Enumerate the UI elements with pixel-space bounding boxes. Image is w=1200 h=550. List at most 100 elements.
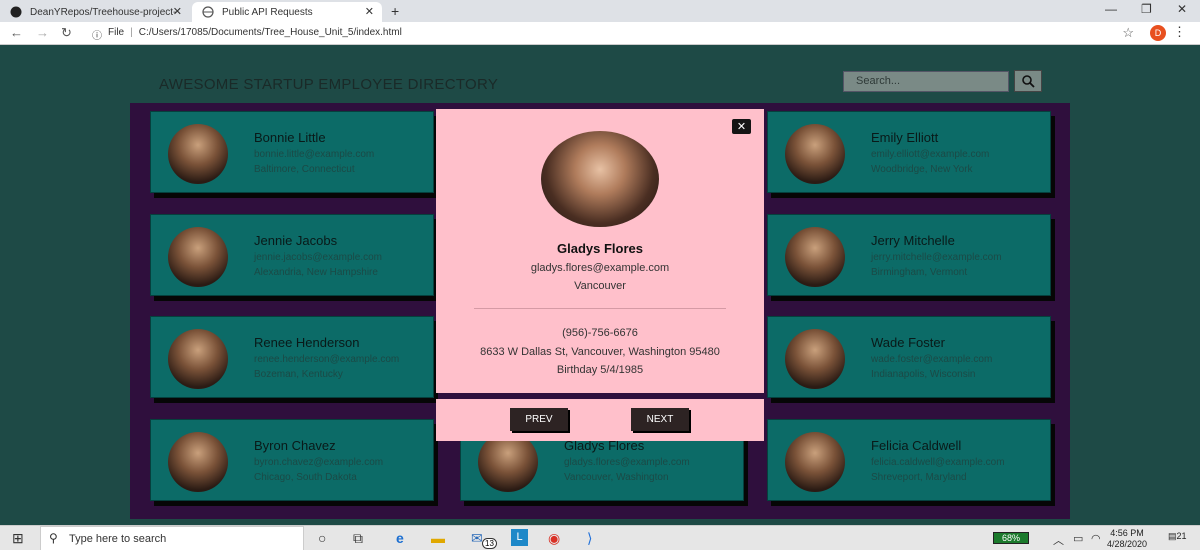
tab-title: DeanYRepos/Treehouse-project- (30, 6, 177, 18)
clock-date: 4/28/2020 (1107, 539, 1148, 549)
employee-photo (478, 432, 538, 492)
github-icon (10, 6, 22, 18)
tab-public-api[interactable]: Public API Requests ✕ (192, 2, 382, 22)
employee-photo (785, 124, 845, 184)
employee-email: byron.chavez@example.com (254, 457, 384, 468)
windows-start-icon[interactable]: ⊞ (12, 530, 24, 547)
modal-divider (474, 308, 726, 309)
url-separator: | (130, 27, 133, 38)
employee-location: Shreveport, Maryland (871, 472, 967, 483)
search-button[interactable] (1014, 70, 1042, 92)
employee-email: wade.foster@example.com (871, 354, 993, 365)
employee-card[interactable]: Bonnie Little bonnie.little@example.com … (150, 111, 434, 193)
battery-indicator[interactable]: 68% (993, 532, 1029, 544)
search-icon: ⚲ (49, 531, 58, 545)
employee-email: emily.elliott@example.com (871, 149, 990, 160)
close-tab-icon[interactable]: ✕ (173, 5, 182, 18)
new-tab-icon[interactable]: + (391, 3, 399, 19)
next-button[interactable]: NEXT (631, 408, 689, 431)
reload-icon[interactable]: ↻ (61, 25, 72, 41)
employee-photo (168, 227, 228, 287)
modal-phone: (956)-756-6676 (562, 327, 638, 339)
minimize-icon[interactable]: — (1105, 2, 1117, 16)
employee-name: Byron Chavez (254, 438, 336, 453)
system-clock[interactable]: 4:56 PM 4/28/2020 (1107, 528, 1147, 550)
employee-email: felicia.caldwell@example.com (871, 457, 1005, 468)
back-icon[interactable]: ← (10, 25, 23, 40)
modal-address: 8633 W Dallas St, Vancouver, Washington … (480, 346, 720, 358)
search-icon (1022, 75, 1035, 88)
profile-avatar[interactable]: D (1150, 25, 1166, 41)
employee-card[interactable]: Byron Chavez byron.chavez@example.com Ch… (150, 419, 434, 501)
employee-email: jerry.mitchelle@example.com (871, 252, 1002, 263)
employee-name: Jennie Jacobs (254, 233, 338, 248)
employee-name: Renee Henderson (254, 335, 360, 350)
employee-modal: ✕ Gladys Flores gladys.flores@example.co… (436, 109, 764, 393)
employee-location: Birmingham, Vermont (871, 267, 968, 278)
employee-email: jennie.jacobs@example.com (254, 252, 382, 263)
page-title: AWESOME STARTUP EMPLOYEE DIRECTORY (159, 76, 499, 93)
employee-card[interactable]: Jerry Mitchelle jerry.mitchelle@example.… (767, 214, 1051, 296)
employee-location: Indianapolis, Wisconsin (871, 369, 976, 380)
employee-email: bonnie.little@example.com (254, 149, 375, 160)
url-field[interactable]: ⓘ File | C:/Users/17085/Documents/Tree_H… (92, 27, 402, 42)
modal-email: gladys.flores@example.com (530, 262, 670, 274)
vscode-icon[interactable]: ⟩ (587, 530, 592, 547)
tab-title: Public API Requests (222, 6, 313, 18)
task-view-icon[interactable]: ⧉ (353, 530, 363, 547)
forward-icon[interactable]: → (36, 25, 49, 40)
employee-card[interactable]: Jennie Jacobs jennie.jacobs@example.com … (150, 214, 434, 296)
employee-card[interactable]: Felicia Caldwell felicia.caldwell@exampl… (767, 419, 1051, 501)
modal-nav: PREV NEXT (436, 399, 764, 441)
battery-icon[interactable]: ▭ (1073, 532, 1083, 545)
employee-location: Bozeman, Kentucky (254, 369, 343, 380)
employee-name: Emily Elliott (871, 130, 939, 145)
tab-github[interactable]: DeanYRepos/Treehouse-project- ✕ (0, 2, 190, 22)
employee-photo (168, 124, 228, 184)
employee-name: Felicia Caldwell (871, 438, 962, 453)
modal-name: Gladys Flores (557, 241, 643, 256)
clock-time: 4:56 PM (1110, 528, 1144, 538)
tray-chevron-icon[interactable]: ︿ (1053, 532, 1064, 548)
employee-location: Baltimore, Connecticut (254, 164, 355, 175)
close-window-icon[interactable]: ✕ (1177, 2, 1187, 16)
employee-photo (785, 227, 845, 287)
browser-menu-icon[interactable]: ⋮ (1173, 24, 1186, 40)
browser-tab-bar: DeanYRepos/Treehouse-project- ✕ Public A… (0, 0, 1200, 22)
url-text: C:/Users/17085/Documents/Tree_House_Unit… (138, 27, 402, 38)
prev-button[interactable]: PREV (510, 408, 568, 431)
employee-location: Woodbridge, New York (871, 164, 973, 175)
notification-count: 21 (1176, 531, 1187, 541)
globe-icon (202, 6, 214, 18)
modal-close-button[interactable]: ✕ (732, 119, 751, 134)
file-explorer-icon[interactable]: ▬ (431, 530, 445, 546)
mail-badge: 13 (482, 538, 497, 549)
search-input[interactable]: Search... (843, 71, 1009, 92)
address-bar: ← → ↻ ⓘ File | C:/Users/17085/Documents/… (0, 22, 1200, 45)
cortana-icon[interactable]: ○ (318, 530, 326, 546)
url-scheme: File (108, 27, 125, 38)
modal-birthday: Birthday 5/4/1985 (556, 364, 644, 376)
employee-card[interactable]: Wade Foster wade.foster@example.com Indi… (767, 316, 1051, 398)
employee-email: gladys.flores@example.com (564, 457, 690, 468)
notifications-icon[interactable]: ▤21 (1168, 531, 1187, 542)
restore-icon[interactable]: ❐ (1141, 2, 1152, 16)
mail-icon[interactable]: ✉ (471, 530, 483, 547)
employee-name: Jerry Mitchelle (871, 233, 955, 248)
employee-card[interactable]: Emily Elliott emily.elliott@example.com … (767, 111, 1051, 193)
employee-photo (785, 432, 845, 492)
page: AWESOME STARTUP EMPLOYEE DIRECTORY Searc… (0, 45, 1200, 525)
employee-name: Wade Foster (871, 335, 945, 350)
employee-card[interactable]: Renee Henderson renee.henderson@example.… (150, 316, 434, 398)
chrome-icon[interactable]: ◉ (548, 530, 560, 547)
employee-photo (168, 329, 228, 389)
taskbar-search-placeholder: Type here to search (69, 533, 167, 545)
info-icon: ⓘ (92, 31, 102, 42)
modal-city: Vancouver (574, 280, 626, 292)
edge-icon[interactable]: e (396, 530, 404, 546)
l-app-icon[interactable]: L (511, 529, 528, 546)
wifi-icon[interactable]: ◠ (1091, 532, 1101, 545)
close-tab-icon[interactable]: ✕ (365, 5, 374, 18)
bookmark-star-icon[interactable]: ☆ (1122, 25, 1134, 41)
taskbar-search[interactable]: ⚲ Type here to search (40, 526, 304, 550)
